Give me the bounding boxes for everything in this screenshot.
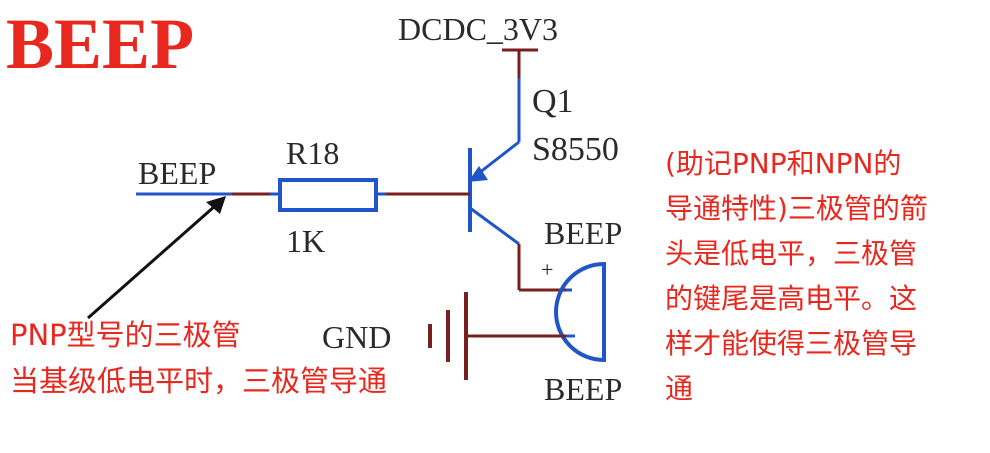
resistor-body bbox=[278, 178, 378, 212]
left-note-line-2: 当基级低电平时，三极管导通 bbox=[10, 364, 387, 398]
annotation-arrow-line bbox=[87, 204, 216, 320]
schematic-stage: BEEP DCDC_3V3 Q1 S8550 BEEP R18 1K BEEP … bbox=[0, 0, 990, 453]
resistor-value-label: 1K bbox=[286, 223, 325, 259]
buzzer-symbol-icon bbox=[554, 261, 606, 363]
buzzer-plus-label: + bbox=[541, 257, 553, 282]
left-note-line-1: PNP型号的三极管 bbox=[10, 318, 241, 352]
right-note-line-1: (助记PNP和NPN的 bbox=[665, 147, 901, 180]
input-net-label: BEEP bbox=[138, 155, 216, 191]
right-note-line-4: 的键尾是高电平。这 bbox=[665, 282, 917, 315]
right-note-line-3: 头是低电平，三极管 bbox=[665, 237, 917, 270]
right-note-line-5: 样才能使得三极管导 bbox=[665, 327, 917, 360]
transistor-collector-diag bbox=[469, 206, 520, 246]
page-title: BEEP bbox=[6, 4, 194, 84]
beep-circuit-schematic: BEEP DCDC_3V3 Q1 S8550 BEEP R18 1K BEEP … bbox=[6, 4, 928, 407]
resistor-ref-label: R18 bbox=[286, 135, 339, 171]
right-note-line-6: 通 bbox=[665, 372, 693, 405]
transistor-ref-label: Q1 bbox=[532, 83, 574, 120]
right-note-line-2: 导通特性)三极管的箭 bbox=[665, 192, 928, 225]
transistor-part-label: S8550 bbox=[532, 131, 619, 168]
power-net-label: DCDC_3V3 bbox=[398, 11, 558, 47]
buzzer-bottom-label: BEEP bbox=[544, 371, 622, 407]
gnd-label: GND bbox=[322, 319, 391, 355]
buzzer-top-label: BEEP bbox=[544, 215, 622, 251]
